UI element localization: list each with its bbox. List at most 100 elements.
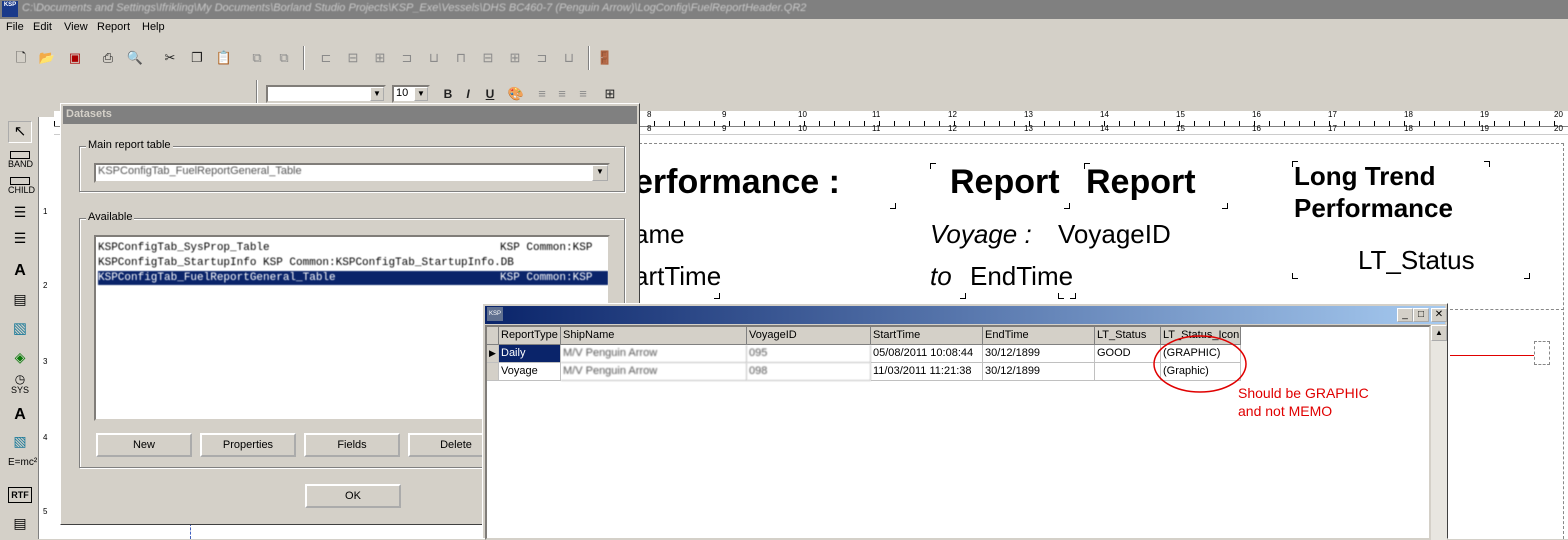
dbtext-tool[interactable]: A — [8, 405, 32, 427]
align-top-icon[interactable]: ⊓ — [451, 48, 471, 68]
maximize-button[interactable]: □ — [1413, 308, 1429, 322]
dbrichtext-icon[interactable]: ▤ — [8, 513, 32, 535]
send-back-icon[interactable]: ⧉ — [274, 48, 294, 68]
label-tool[interactable]: A — [8, 261, 32, 283]
pointer-icon[interactable]: ↖ — [8, 121, 32, 143]
italic-button[interactable]: I — [458, 84, 478, 104]
column-header[interactable]: VoyageID — [747, 327, 871, 345]
hruler-number: 17 — [1328, 111, 1337, 119]
table-cell[interactable]: 098 — [747, 363, 871, 381]
column-header[interactable]: ShipName — [561, 327, 747, 345]
font-size-combo[interactable]: 10 ▼ — [392, 85, 430, 103]
column-header[interactable]: StartTime — [871, 327, 983, 345]
app-icon[interactable]: KSP — [487, 307, 503, 321]
fields-button[interactable]: Fields — [304, 433, 400, 457]
save-icon[interactable]: ▣ — [65, 48, 85, 68]
rtf-tool[interactable]: RTF — [8, 487, 32, 503]
print-icon[interactable]: ⎙ — [98, 48, 118, 68]
list-item[interactable]: KSPConfigTab_SysProp_Table KSP Common:KS… — [98, 241, 608, 255]
main-table-combo[interactable]: KSPConfigTab_FuelReportGeneral_Table ▼ — [94, 163, 610, 183]
frame-icon[interactable]: ⊞ — [600, 84, 620, 104]
ok-button[interactable]: OK — [305, 484, 401, 508]
list-item-selected[interactable]: KSPConfigTab_FuelReportGeneral_Table KSP… — [98, 271, 608, 285]
print-preview-icon[interactable]: 🔍 — [125, 48, 145, 68]
copy-icon[interactable]: ❐ — [187, 48, 207, 68]
table-cell[interactable]: 30/12/1899 — [983, 363, 1095, 381]
expression-tool[interactable]: E=mc² — [8, 457, 37, 479]
new-file-icon[interactable]: 🗋 — [11, 48, 31, 68]
text-align-right-icon[interactable]: ≡ — [573, 84, 593, 104]
paste-icon[interactable]: 📋 — [214, 48, 234, 68]
report-label-1[interactable]: Report — [950, 163, 1060, 202]
text-align-left-icon[interactable]: ≡ — [532, 84, 552, 104]
bring-front-icon[interactable]: ⧉ — [247, 48, 267, 68]
long-trend-performance-label[interactable]: Performance — [1294, 193, 1453, 224]
table-cell[interactable]: 05/08/2011 10:08:44 — [871, 345, 983, 363]
close-button[interactable]: ✕ — [1431, 308, 1447, 322]
align-center-window-icon[interactable]: ⊞ — [370, 48, 390, 68]
align-vcenter-icon[interactable]: ⊟ — [478, 48, 498, 68]
menu-view[interactable]: View — [64, 21, 88, 33]
app-icon[interactable]: KSP — [2, 1, 18, 17]
align-right-icon[interactable]: ⊐ — [397, 48, 417, 68]
end-time-field[interactable]: EndTime — [970, 261, 1073, 292]
menu-help[interactable]: Help — [142, 21, 165, 33]
table-cell[interactable]: M/V Penguin Arrow — [561, 345, 747, 363]
vertical-scrollbar[interactable]: ▲ — [1431, 325, 1447, 540]
row-indicator[interactable] — [487, 363, 499, 381]
properties-button[interactable]: Properties — [200, 433, 296, 457]
subdetail-band-icon[interactable]: ☰ — [8, 231, 32, 255]
menu-file[interactable]: File — [6, 21, 24, 33]
table-cell[interactable]: M/V Penguin Arrow — [561, 363, 747, 381]
list-item[interactable]: KSPConfigTab_StartupInfo KSP Common:KSPC… — [98, 256, 608, 270]
child-band-tool[interactable]: CHILD — [8, 177, 35, 199]
new-button[interactable]: New — [96, 433, 192, 457]
space-vertical-icon[interactable]: ⊞ — [505, 48, 525, 68]
data-grid[interactable]: ReportType ShipName VoyageID StartTime E… — [485, 325, 1431, 540]
scroll-up-icon[interactable]: ▲ — [1431, 325, 1447, 341]
menu-report[interactable]: Report — [97, 21, 130, 33]
cut-icon[interactable]: ✂ — [160, 48, 180, 68]
table-cell[interactable]: 30/12/1899 — [983, 345, 1095, 363]
color-palette-icon[interactable]: 🎨 — [506, 84, 526, 104]
to-label[interactable]: to — [930, 261, 952, 292]
chevron-down-icon[interactable]: ▼ — [592, 165, 608, 181]
sysdata-tool[interactable]: ◷ SYS — [8, 373, 32, 395]
voyage-label[interactable]: Voyage : — [930, 219, 1032, 250]
open-folder-icon[interactable]: 📂 — [37, 48, 57, 68]
align-bottom-icon[interactable]: ⊐ — [532, 48, 552, 68]
menu-edit[interactable]: Edit — [33, 21, 52, 33]
chevron-down-icon[interactable]: ▼ — [414, 87, 428, 101]
band-tool[interactable]: BAND — [8, 151, 33, 173]
align-hcenter-icon[interactable]: ⊟ — [343, 48, 363, 68]
start-time-field[interactable]: artTime — [634, 261, 721, 292]
table-cell[interactable]: 095 — [747, 345, 871, 363]
align-left-icon[interactable]: ⊏ — [316, 48, 336, 68]
report-label-2[interactable]: Report — [1086, 163, 1196, 202]
underline-button[interactable]: U — [480, 84, 500, 104]
dbimage-icon[interactable]: ▧ — [8, 431, 32, 453]
lt-status-field[interactable]: LT_Status — [1358, 245, 1475, 276]
row-indicator-icon[interactable]: ▶ — [487, 345, 499, 363]
table-cell[interactable]: Daily — [499, 345, 561, 363]
long-trend-label[interactable]: Long Trend — [1294, 161, 1436, 192]
column-header[interactable]: ReportType — [499, 327, 561, 345]
group-band-icon[interactable]: ☰ — [8, 205, 32, 229]
performance-label[interactable]: erformance : — [634, 163, 840, 202]
table-cell[interactable]: Voyage — [499, 363, 561, 381]
table-cell[interactable]: 11/03/2011 11:21:38 — [871, 363, 983, 381]
image-icon[interactable]: ▧ — [8, 319, 32, 341]
exit-icon[interactable]: 🚪 — [595, 48, 615, 68]
shape-icon[interactable]: ◈ — [8, 347, 32, 369]
minimize-button[interactable]: _ — [1397, 308, 1413, 322]
align-center-vert-icon[interactable]: ⊔ — [559, 48, 579, 68]
name-field[interactable]: ame — [634, 219, 685, 250]
column-header[interactable]: EndTime — [983, 327, 1095, 345]
font-name-combo[interactable]: ▼ — [266, 85, 386, 103]
space-horizontal-icon[interactable]: ⊔ — [424, 48, 444, 68]
text-align-center-icon[interactable]: ≡ — [552, 84, 572, 104]
voyage-id-field[interactable]: VoyageID — [1058, 219, 1171, 250]
memo-icon[interactable]: ▤ — [8, 289, 32, 311]
bold-button[interactable]: B — [438, 84, 458, 104]
chevron-down-icon[interactable]: ▼ — [370, 87, 384, 101]
